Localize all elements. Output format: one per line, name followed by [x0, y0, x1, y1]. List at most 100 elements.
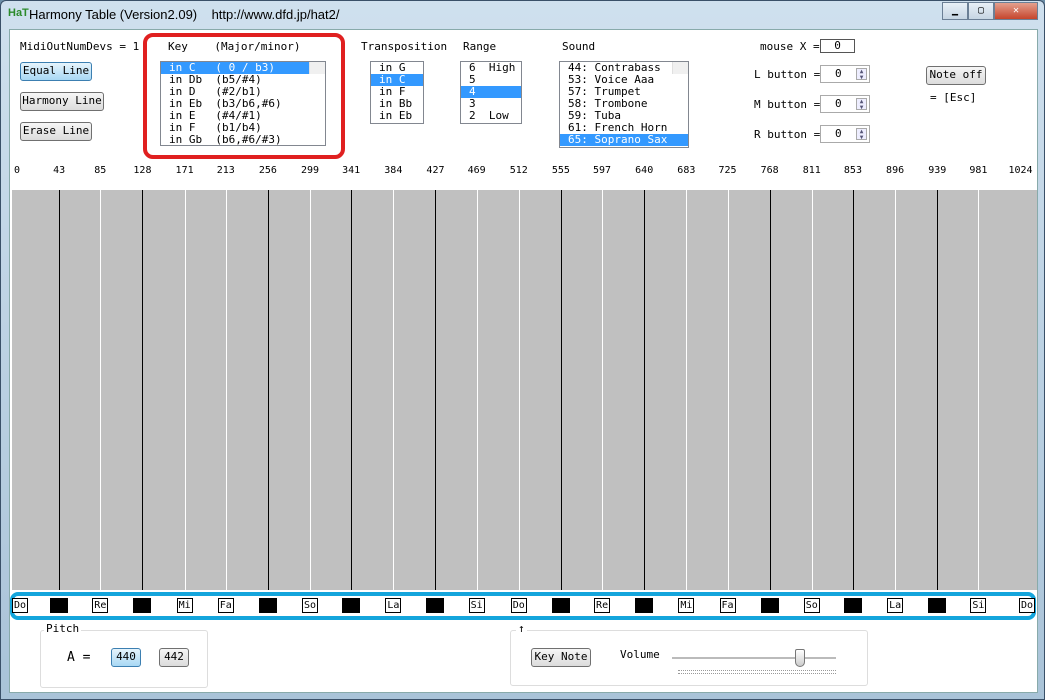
grid-line: [895, 190, 897, 590]
minimize-button[interactable]: ▁: [942, 2, 968, 20]
volume-slider-thumb[interactable]: [794, 649, 805, 667]
note-key[interactable]: La: [887, 598, 904, 613]
tick-label: 640: [635, 165, 654, 176]
grid-line: [100, 190, 102, 590]
black-key[interactable]: [635, 598, 654, 613]
note-key[interactable]: So: [803, 598, 820, 613]
note-key[interactable]: La: [385, 598, 402, 613]
key-note-button[interactable]: Key Note: [531, 648, 591, 667]
tick-label: 128: [133, 165, 152, 176]
tick-label: 171: [175, 165, 194, 176]
equal-line-button[interactable]: Equal Line: [20, 62, 92, 81]
note-key[interactable]: Si: [970, 598, 987, 613]
tick-label: 768: [760, 165, 779, 176]
black-key[interactable]: [760, 598, 779, 613]
tick-label: 896: [886, 165, 905, 176]
note-key[interactable]: So: [302, 598, 319, 613]
spinner-arrows-icon[interactable]: ▲ ▼: [856, 68, 867, 81]
key-scrollbar[interactable]: [309, 62, 325, 74]
black-key[interactable]: [928, 598, 947, 613]
l-button-label: L button =: [754, 68, 821, 81]
tick-label: 981: [969, 165, 988, 176]
transposition-item[interactable]: in Eb: [371, 110, 423, 122]
black-key[interactable]: [133, 598, 152, 613]
grid-line: [937, 190, 939, 590]
tick-label: 43: [53, 165, 66, 176]
tick-label: 597: [593, 165, 612, 176]
note-key[interactable]: Re: [594, 598, 611, 613]
mouse-x-value: 0: [820, 39, 855, 53]
sound-list[interactable]: 44: Contrabass 53: Voice Aaa 57: Trumpet 58…: [559, 61, 689, 148]
close-button[interactable]: ✕: [994, 2, 1038, 20]
tick-label: 341: [342, 165, 361, 176]
client-area: MidiOutNumDevs = 1 Equal Line Harmony Li…: [9, 29, 1038, 693]
note-key[interactable]: Do: [1019, 598, 1036, 613]
note-key[interactable]: Re: [92, 598, 109, 613]
mouse-x-label: mouse X =: [760, 40, 820, 53]
pitch-label: Pitch: [44, 622, 82, 635]
a-label: A =: [67, 650, 91, 665]
m-button-spinner[interactable]: 0 ▲ ▼: [820, 95, 870, 113]
note-key[interactable]: Mi: [678, 598, 695, 613]
black-key[interactable]: [426, 598, 445, 613]
tick-label: 427: [426, 165, 445, 176]
range-list[interactable]: 6 High 5 4 3 2 Low: [460, 61, 522, 124]
transposition-label: Transposition: [361, 40, 448, 53]
range-label: Range: [463, 40, 497, 53]
key-list[interactable]: in C ( 0 / b3) in Db (b5/#4) in D (#2/b1) i…: [160, 61, 326, 146]
note-key[interactable]: Do: [12, 598, 29, 613]
grid-line: [142, 190, 144, 590]
note-key[interactable]: Mi: [176, 598, 193, 613]
esc-hint: = [Esc]: [930, 91, 977, 104]
tick-label: 299: [300, 165, 320, 176]
range-item[interactable]: 2 Low: [461, 110, 521, 122]
grid-line: [560, 190, 562, 590]
m-button-label: M button =: [754, 98, 821, 111]
black-key[interactable]: [258, 598, 277, 613]
grid-line: [602, 190, 604, 590]
harmony-line-button[interactable]: Harmony Line: [20, 92, 104, 111]
black-key[interactable]: [50, 598, 69, 613]
grid-line: [518, 190, 520, 590]
tick-label: 555: [551, 165, 570, 176]
note-key[interactable]: Do: [510, 598, 527, 613]
sound-scrollbar[interactable]: [672, 62, 688, 74]
tick-label: 725: [718, 165, 737, 176]
grid-line: [811, 190, 813, 590]
spinner-arrows-icon[interactable]: ▲ ▼: [856, 128, 867, 141]
maximize-button[interactable]: ▢: [968, 2, 994, 20]
grid-line: [476, 190, 478, 590]
note-key[interactable]: Fa: [217, 598, 234, 613]
key-item[interactable]: in Gb (b6,#6/#3): [161, 134, 325, 146]
l-button-spinner[interactable]: 0 ▲ ▼: [820, 65, 870, 83]
tick-label: 939: [928, 165, 947, 176]
grid-line: [978, 190, 980, 590]
grid-line: [769, 190, 771, 590]
grid-line: [435, 190, 437, 590]
transposition-list[interactable]: in Gin Cin Fin Bb in Eb: [370, 61, 424, 124]
key-label: Key (Major/minor): [168, 40, 301, 53]
pitch-440-button[interactable]: 440: [111, 648, 141, 667]
grid-line: [267, 190, 269, 590]
volume-slider[interactable]: [672, 649, 836, 667]
black-key[interactable]: [551, 598, 570, 613]
pitch-442-button[interactable]: 442: [159, 648, 189, 667]
tick-label: 256: [258, 165, 277, 176]
r-button-spinner[interactable]: 0 ▲ ▼: [820, 125, 870, 143]
note-key[interactable]: Si: [468, 598, 485, 613]
black-key[interactable]: [843, 598, 862, 613]
grid-line: [393, 190, 395, 590]
grid-line: [686, 190, 688, 590]
tick-label: 0: [13, 165, 21, 176]
black-key[interactable]: [342, 598, 361, 613]
spinner-arrows-icon[interactable]: ▲ ▼: [856, 98, 867, 111]
harmony-grid[interactable]: [12, 190, 1037, 590]
midi-devs-label: MidiOutNumDevs = 1: [20, 40, 140, 53]
note-off-button[interactable]: Note off: [926, 66, 986, 85]
sound-item[interactable]: 65: Soprano Sax: [560, 134, 688, 146]
key-note-group-label: ↑: [516, 622, 527, 635]
erase-line-button[interactable]: Erase Line: [20, 122, 92, 141]
note-key[interactable]: Fa: [719, 598, 736, 613]
sound-label: Sound: [562, 40, 596, 53]
tick-label: 1024: [1008, 165, 1033, 176]
